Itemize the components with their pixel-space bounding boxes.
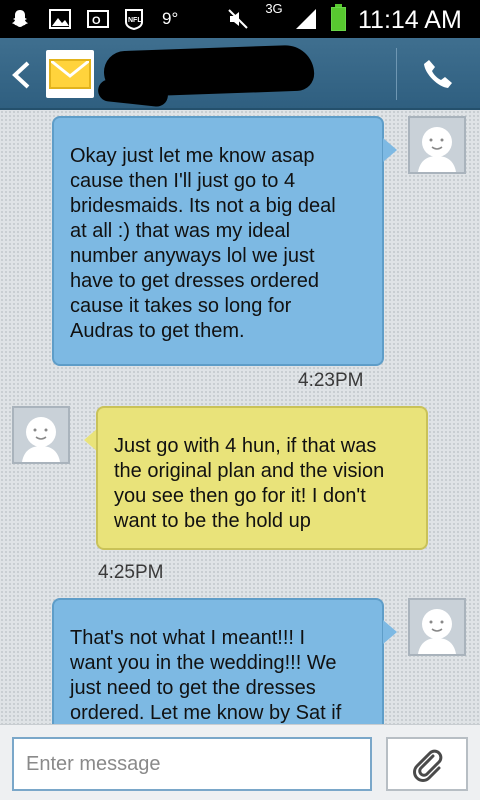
svg-text:O: O — [92, 15, 101, 27]
message-list[interactable]: Okay just let me know asap cause then I'… — [0, 110, 480, 724]
message-bubble-incoming[interactable]: Okay just let me know asap cause then I'… — [52, 116, 384, 366]
battery-icon — [331, 4, 346, 31]
snapchat-icon — [12, 10, 28, 27]
header-divider — [396, 48, 397, 100]
message-bubble-incoming[interactable]: That's not what I meant!!! I want you in… — [52, 598, 384, 724]
message-line: at all :) that was my ideal — [70, 220, 291, 242]
network-type: 3G — [265, 1, 283, 16]
message-line: cause then I'll just go to 4 — [70, 170, 296, 192]
message-line: Just go with 4 hun, if that was — [114, 435, 377, 457]
message-line: bridesmaids. Its not a big deal — [70, 195, 336, 217]
message-line: have to get dresses ordered — [70, 270, 320, 292]
default-avatar-icon — [22, 417, 60, 462]
message-timestamp: 4:25PM — [98, 562, 164, 583]
chevron-left-icon[interactable] — [10, 60, 32, 90]
message-line: you see then go for it! I don't — [114, 485, 366, 507]
message-line: number anyways lol we just — [70, 245, 315, 267]
svg-text:NFL: NFL — [128, 17, 142, 24]
paperclip-icon — [413, 749, 443, 782]
mute-icon — [228, 9, 248, 29]
envelope-icon[interactable] — [46, 50, 94, 98]
signal-icon — [296, 9, 316, 29]
avatar[interactable] — [408, 598, 466, 656]
message-line: want to be the hold up — [114, 510, 311, 532]
message-line: cause it takes so long for — [70, 295, 292, 317]
message-input[interactable] — [12, 737, 372, 791]
avatar[interactable] — [12, 406, 70, 464]
message-line: Audras to get them. — [70, 320, 245, 342]
message-timestamp: 4:23PM — [298, 370, 364, 391]
bubble-tail — [383, 620, 397, 644]
message-line: That's not what I meant!!! I — [70, 627, 306, 649]
phone-icon[interactable] — [420, 56, 456, 92]
nfl-icon: NFL — [125, 9, 143, 31]
attach-button[interactable] — [386, 737, 468, 791]
outlook-icon: O — [87, 10, 109, 28]
gallery-icon — [49, 9, 71, 29]
message-composer — [0, 724, 480, 800]
temperature: 9° — [162, 9, 179, 28]
clock: 11:14 AM — [358, 6, 462, 34]
message-line: the original plan and the vision — [114, 460, 385, 482]
message-line: ordered. Let me know by Sat if — [70, 702, 342, 724]
bubble-tail — [383, 138, 397, 162]
default-avatar-icon — [418, 127, 456, 172]
status-bar: O NFL 9° 3G 11:14 AM — [0, 0, 480, 38]
default-avatar-icon — [418, 609, 456, 654]
message-line: want you in the wedding!!! We — [70, 652, 337, 674]
message-bubble-outgoing[interactable]: Just go with 4 hun, if that was the orig… — [96, 406, 428, 550]
conversation-header — [0, 38, 480, 110]
avatar[interactable] — [408, 116, 466, 174]
message-line: Okay just let me know asap — [70, 145, 315, 167]
message-line: just need to get the dresses — [70, 677, 316, 699]
